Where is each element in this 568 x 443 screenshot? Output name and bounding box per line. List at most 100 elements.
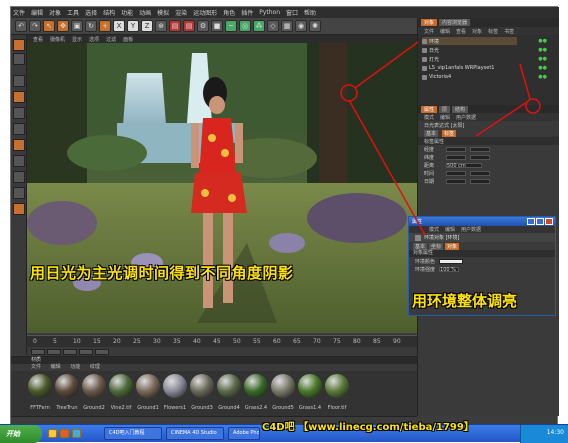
go-end-button[interactable] — [79, 348, 93, 355]
material-menu-texture[interactable]: 纹理 — [90, 364, 100, 370]
go-start-button[interactable] — [47, 348, 61, 355]
uv-mode-icon[interactable] — [13, 139, 25, 151]
menu-mograph[interactable]: 运动图形 — [193, 8, 217, 17]
subwindow-menu-edit[interactable]: 编辑 — [445, 226, 455, 233]
minimize-button[interactable] — [527, 218, 535, 225]
object-mode-icon[interactable] — [13, 53, 25, 65]
quicklaunch-icon[interactable] — [60, 429, 69, 438]
latitude-field-2[interactable] — [470, 154, 490, 160]
close-button[interactable] — [545, 218, 553, 225]
object-row-victoria[interactable]: Victoria4 — [422, 73, 451, 81]
edges-mode-icon[interactable] — [13, 91, 25, 103]
scale-icon[interactable]: ▣ — [71, 20, 83, 32]
distance-field[interactable]: 500 cm — [446, 162, 482, 168]
menu-file[interactable]: 文件 — [13, 8, 25, 17]
snap-icon[interactable] — [13, 171, 25, 183]
viewport-menu-display[interactable]: 显示 — [72, 36, 82, 43]
subwindow-menu-mode[interactable]: 模式 — [429, 226, 439, 233]
material-swatch[interactable]: Ground3 — [189, 373, 215, 413]
transform-icon[interactable]: + — [99, 20, 111, 32]
viewport-menu-filter[interactable]: 过滤 — [106, 36, 116, 43]
material-swatch[interactable]: Ground4 — [216, 373, 242, 413]
env-intensity-field[interactable]: 100 % — [439, 266, 460, 272]
scene-icon[interactable]: ▦ — [281, 20, 293, 32]
object-row-light[interactable]: 灯光 — [422, 55, 439, 63]
menu-edit[interactable]: 编辑 — [31, 8, 43, 17]
rotate-icon[interactable]: ↻ — [85, 20, 97, 32]
visibility-dots[interactable]: ●● — [538, 47, 547, 53]
quicklaunch-icon[interactable] — [72, 429, 81, 438]
viewport-menu-camera[interactable]: 摄像机 — [50, 36, 65, 43]
taskbar-item[interactable]: C4D吧入门教程 — [104, 427, 162, 440]
menu-plugins[interactable]: 插件 — [241, 8, 253, 17]
quicklaunch-icon[interactable] — [48, 429, 57, 438]
workplane-icon[interactable] — [13, 155, 25, 167]
material-swatch[interactable]: Grass1.4 — [297, 373, 323, 413]
cube-icon[interactable]: ■ — [211, 20, 223, 32]
sculpt-icon[interactable] — [13, 203, 25, 215]
menu-python[interactable]: Python — [259, 9, 280, 16]
tab-content-browser[interactable]: 内容浏览器 — [439, 19, 471, 26]
render-settings-icon[interactable]: ⚙ — [197, 20, 209, 32]
tab-layers[interactable]: 层 — [439, 105, 451, 113]
menu-tools[interactable]: 工具 — [67, 8, 79, 17]
object-row-environment[interactable]: 环境 — [422, 37, 517, 45]
visibility-dots[interactable]: ●● — [538, 74, 547, 80]
date-field[interactable] — [446, 178, 466, 184]
longitude-field[interactable] — [446, 146, 466, 152]
texture-mode-icon[interactable] — [13, 123, 25, 135]
object-menu-object[interactable]: 对象 — [472, 28, 482, 35]
tab-coords[interactable]: 坐标 — [429, 242, 444, 250]
taskbar-item[interactable]: CINEMA 4D Studio — [166, 427, 224, 440]
subwindow-menu-userdata[interactable]: 用户数据 — [461, 226, 481, 233]
object-menu-edit[interactable]: 编辑 — [440, 28, 450, 35]
timeline-ruler[interactable]: 0 5 10 15 20 25 30 35 40 45 50 55 60 65 … — [27, 335, 417, 347]
move-icon[interactable]: ✥ — [57, 20, 69, 32]
tab-basic[interactable]: 基本 — [413, 242, 428, 250]
render-picture-viewer-icon[interactable]: ▤ — [183, 20, 195, 32]
attribute-menu-edit[interactable]: 编辑 — [440, 114, 450, 121]
taskbar-item[interactable]: Adobe Photoshop — [228, 427, 260, 440]
render-view-icon[interactable]: ▤ — [169, 20, 181, 32]
menu-object[interactable]: 对象 — [49, 8, 61, 17]
visibility-dots[interactable]: ●● — [538, 38, 547, 44]
subwindow-titlebar[interactable]: 属性 — [409, 217, 555, 226]
polygons-mode-icon[interactable] — [13, 107, 25, 119]
material-swatch[interactable]: TreeTrun — [54, 373, 80, 413]
start-button[interactable]: 开始 — [0, 425, 42, 443]
live-select-icon[interactable]: ↖ — [43, 20, 55, 32]
date-field-2[interactable] — [470, 178, 490, 184]
undo-icon[interactable]: ↶ — [15, 20, 27, 32]
object-menu-view[interactable]: 查看 — [456, 28, 466, 35]
end-frame-field[interactable] — [95, 348, 109, 355]
camera-icon[interactable]: ◉ — [295, 20, 307, 32]
nurbs-icon[interactable]: ◎ — [239, 20, 251, 32]
object-row-playset[interactable]: LS_vip1anfals WRPlayset1 — [422, 64, 494, 72]
material-swatch[interactable]: Vine2.tif — [108, 373, 134, 413]
viewport-menu-panel[interactable]: 面板 — [123, 36, 133, 43]
material-menu-file[interactable]: 文件 — [31, 364, 41, 370]
menu-structure[interactable]: 结构 — [103, 8, 115, 17]
attribute-menu-mode[interactable]: 模式 — [424, 114, 434, 121]
tab-basic[interactable]: 基本 — [424, 129, 439, 137]
coordinate-system-icon[interactable]: ⊕ — [155, 20, 167, 32]
tab-structure[interactable]: 结构 — [452, 105, 469, 113]
object-row-sunlight[interactable]: 日光 — [422, 46, 439, 54]
play-button[interactable] — [63, 348, 77, 355]
visibility-dots[interactable]: ●● — [538, 65, 547, 71]
material-swatch[interactable]: Floor.tif — [324, 373, 350, 413]
attribute-menu-userdata[interactable]: 用户数据 — [456, 114, 476, 121]
viewport-menu-options[interactable]: 选项 — [89, 36, 99, 43]
longitude-field-2[interactable] — [470, 146, 490, 152]
material-menu-edit[interactable]: 编辑 — [51, 364, 61, 370]
redo-icon[interactable]: ↷ — [29, 20, 41, 32]
menu-help[interactable]: 帮助 — [304, 8, 316, 17]
tab-object[interactable]: 对象 — [445, 242, 460, 250]
material-swatch[interactable]: Flowers1 — [162, 373, 188, 413]
viewport-menu-view[interactable]: 查看 — [33, 36, 43, 43]
time-field-2[interactable] — [470, 170, 490, 176]
tab-tag[interactable]: 标签 — [442, 129, 457, 137]
object-menu-bookmarks[interactable]: 书签 — [504, 28, 514, 35]
deformer-icon[interactable]: ◇ — [267, 20, 279, 32]
material-swatch[interactable]: Ground1 — [135, 373, 161, 413]
